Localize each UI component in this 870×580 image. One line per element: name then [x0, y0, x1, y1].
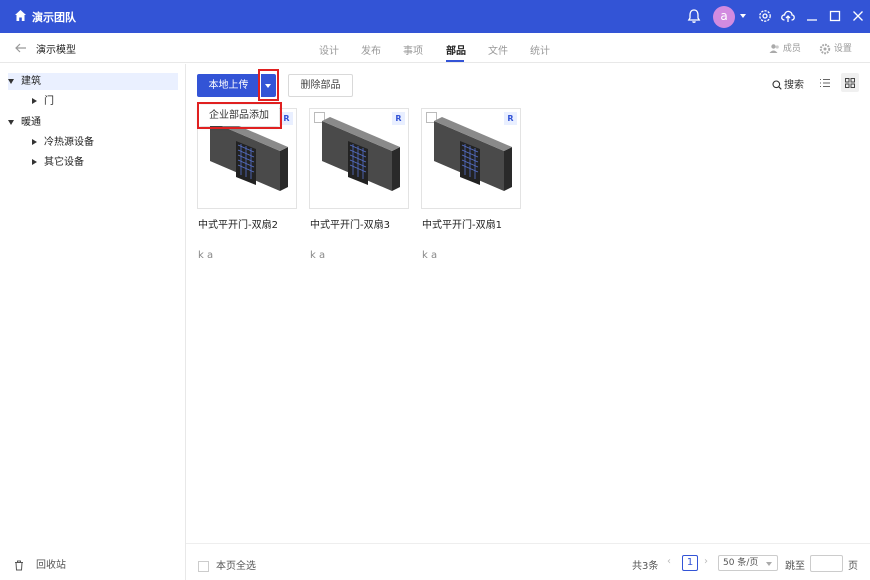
- tab-files[interactable]: 文件: [488, 42, 508, 57]
- checkbox-box[interactable]: [198, 560, 209, 572]
- tree-item-label: 门: [44, 96, 54, 107]
- card-author: k a: [422, 250, 438, 261]
- settings-label: 设置: [833, 44, 852, 54]
- category-sidebar: 建筑 门 暖通 冷热源设备 其它设备: [0, 64, 186, 580]
- prev-page-icon[interactable]: ‹: [667, 556, 671, 567]
- tree-item-label: 建筑: [21, 76, 41, 87]
- tree-item-door[interactable]: 门: [32, 93, 54, 110]
- settings-button[interactable]: 设置: [819, 41, 852, 55]
- component-card[interactable]: R: [421, 108, 521, 209]
- caret-right-icon[interactable]: [32, 98, 37, 104]
- current-page-button[interactable]: 1: [682, 555, 698, 571]
- home-icon[interactable]: [14, 9, 27, 22]
- gear-icon: [819, 43, 831, 54]
- tree-item-label: 暖通: [21, 117, 41, 128]
- title-bar: 演示团队 a: [0, 0, 870, 33]
- bell-icon[interactable]: [686, 8, 702, 24]
- card-title[interactable]: 中式平开门-双扇1: [422, 216, 502, 231]
- caret-down-icon[interactable]: [8, 78, 14, 84]
- close-icon[interactable]: [850, 8, 866, 24]
- tree-item-hvac[interactable]: 暖通: [8, 114, 41, 131]
- trash-icon: [15, 560, 23, 570]
- search-icon: [772, 80, 782, 90]
- arrow-left-icon[interactable]: [14, 41, 28, 55]
- recycle-bin-link[interactable]: 回收站: [14, 556, 66, 571]
- members-label: 成员: [782, 44, 801, 54]
- project-header: 演示模型 设计 发布 事项 部品 文件 统计 成员 设置: [0, 33, 870, 63]
- members-button[interactable]: 成员: [769, 41, 801, 54]
- door-thumbnail: [434, 117, 512, 191]
- delete-components-button[interactable]: 删除部品: [288, 74, 353, 97]
- gear-icon[interactable]: [757, 8, 773, 24]
- tree-item-other-equipment[interactable]: 其它设备: [32, 154, 84, 171]
- jump-page-input[interactable]: [810, 555, 843, 572]
- pagination-footer: 本页全选 共3条 ‹ 1 › 50 条/页 跳至 页: [186, 543, 870, 580]
- members-icon: [769, 44, 779, 53]
- tree-item-architecture[interactable]: 建筑: [8, 73, 178, 90]
- search-label: 搜索: [784, 80, 804, 91]
- minimize-icon[interactable]: [804, 8, 820, 24]
- caret-down-icon[interactable]: [8, 119, 14, 125]
- card-author: k a: [198, 250, 214, 261]
- caret-right-icon[interactable]: [32, 139, 37, 145]
- page-size-select[interactable]: 50 条/页: [718, 555, 778, 571]
- card-author: k a: [310, 250, 326, 261]
- door-thumbnail: [322, 117, 400, 191]
- total-count: 共3条: [632, 561, 659, 572]
- grid-view-icon[interactable]: [844, 77, 856, 89]
- maximize-icon[interactable]: [827, 8, 843, 24]
- card-title[interactable]: 中式平开门-双扇2: [198, 216, 278, 231]
- avatar[interactable]: a: [713, 6, 735, 28]
- tab-publish[interactable]: 发布: [361, 42, 381, 57]
- tab-design[interactable]: 设计: [319, 42, 339, 57]
- card-title[interactable]: 中式平开门-双扇3: [310, 216, 390, 231]
- search-button[interactable]: 搜索: [772, 76, 804, 91]
- tree-item-label: 其它设备: [44, 157, 84, 168]
- caret-right-icon[interactable]: [32, 159, 37, 165]
- team-name[interactable]: 演示团队: [32, 9, 76, 25]
- page-suffix-label: 页: [848, 561, 858, 572]
- highlight-box-dropdown: [197, 102, 282, 129]
- next-page-icon[interactable]: ›: [704, 556, 708, 567]
- jump-to-label: 跳至: [785, 561, 805, 572]
- project-name: 演示模型: [36, 45, 76, 56]
- select-all-label: 本页全选: [216, 561, 256, 572]
- list-view-icon[interactable]: [819, 77, 831, 89]
- highlight-box-caret: [258, 69, 279, 101]
- cloud-upload-icon[interactable]: [780, 8, 796, 24]
- active-tab-indicator: [446, 60, 464, 62]
- tab-issues[interactable]: 事项: [403, 42, 423, 57]
- tab-components[interactable]: 部品: [446, 42, 466, 57]
- chevron-down-icon[interactable]: [740, 14, 746, 18]
- tab-statistics[interactable]: 统计: [530, 42, 550, 57]
- local-upload-button[interactable]: 本地上传: [197, 74, 260, 97]
- tree-item-label: 冷热源设备: [44, 137, 94, 148]
- component-card[interactable]: R: [309, 108, 409, 209]
- select-all-checkbox[interactable]: 本页全选: [198, 557, 256, 572]
- tree-item-heat-source[interactable]: 冷热源设备: [32, 134, 94, 151]
- recycle-bin-label: 回收站: [36, 560, 66, 571]
